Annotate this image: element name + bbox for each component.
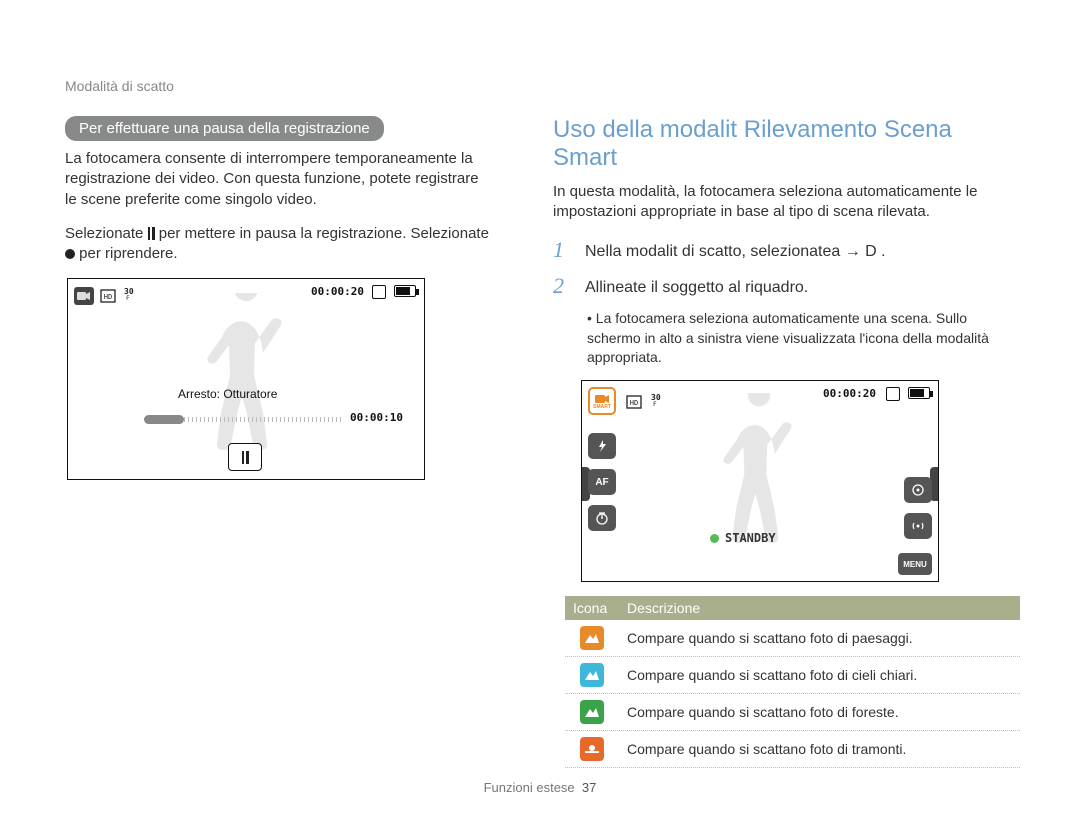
left-column: Per effettuare una pausa della registraz… xyxy=(65,116,493,768)
sunset-icon xyxy=(580,737,604,761)
page-number: 37 xyxy=(582,780,596,795)
af-button[interactable]: AF xyxy=(588,469,616,495)
progress-fill xyxy=(144,415,184,424)
table-row: Compare quando si scattano foto di paesa… xyxy=(565,620,1020,657)
left-para-2: Selezionate per mettere in pausa la regi… xyxy=(65,224,493,265)
size-icon: HD xyxy=(624,393,644,411)
icon-table: Icona Descrizione Compare quando si scat… xyxy=(565,596,1020,768)
table-row: Compare quando si scattano foto di fores… xyxy=(565,694,1020,731)
text: per mettere in pausa la registrazione. S… xyxy=(159,225,489,242)
silhouette-figure xyxy=(186,293,306,463)
text: Selezionate xyxy=(65,225,148,242)
battery-icon xyxy=(394,285,416,297)
progress-time: 00:00:10 xyxy=(350,411,403,424)
settings-icon[interactable] xyxy=(904,477,932,503)
sd-card-icon xyxy=(372,285,386,299)
step-2: 2 Allineate il soggetto al riquadro. xyxy=(553,273,1020,299)
step-text: Nella modalit di scatto, selezionatea → … xyxy=(585,237,1020,263)
intro-para: In questa modalità, la fotocamera selezi… xyxy=(553,182,1020,223)
svg-text:HD: HD xyxy=(630,399,638,407)
fps-icon: 30F xyxy=(122,285,138,306)
svg-text:F: F xyxy=(126,295,130,301)
row-desc: Compare quando si scattano foto di cieli… xyxy=(619,667,1020,683)
camera-screen-left: HD 30F 00:00:20 Arresto: Otturatore 00:0… xyxy=(67,278,425,480)
smart-label: SMART xyxy=(593,405,611,410)
page-title: Uso della modalit Rilevamento Scena Smar… xyxy=(553,116,1020,172)
timer-icon[interactable] xyxy=(588,505,616,531)
page-footer: Funzioni estese 37 xyxy=(0,780,1080,795)
smart-mode-icon: SMART xyxy=(588,387,616,415)
flash-icon[interactable] xyxy=(588,433,616,459)
timecode: 00:00:20 xyxy=(823,387,876,400)
left-para-1: La fotocamera consente di interrompere t… xyxy=(65,149,493,210)
landscape-icon xyxy=(580,626,604,650)
th-icon: Icona xyxy=(565,596,619,620)
text: per riprendere. xyxy=(79,245,177,262)
sd-card-icon xyxy=(886,387,900,401)
step-1: 1 Nella modalit di scatto, selezionatea … xyxy=(553,237,1020,263)
sky-icon xyxy=(580,663,604,687)
step-number: 2 xyxy=(553,273,571,299)
svg-text:F: F xyxy=(653,401,657,407)
pause-button[interactable] xyxy=(228,443,262,471)
camera-screen-right: SMART HD 30F 00:00:20 xyxy=(581,380,939,582)
footer-section: Funzioni estese xyxy=(484,780,575,795)
timecode: 00:00:20 xyxy=(311,285,364,298)
table-row: Compare quando si scattano foto di tramo… xyxy=(565,731,1020,768)
menu-button[interactable]: MENU xyxy=(898,553,932,575)
svg-text:HD: HD xyxy=(104,293,112,301)
row-desc: Compare quando si scattano foto di paesa… xyxy=(619,630,1020,646)
record-dot-icon xyxy=(65,249,75,259)
battery-icon xyxy=(908,387,930,399)
row-desc: Compare quando si scattano foto di tramo… xyxy=(619,741,1020,757)
row-desc: Compare quando si scattano foto di fores… xyxy=(619,704,1020,720)
table-row: Compare quando si scattano foto di cieli… xyxy=(565,657,1020,694)
fps-icon: 30F xyxy=(649,391,665,412)
pause-icon xyxy=(242,451,249,464)
size-icon: HD xyxy=(98,287,118,305)
wifi-icon[interactable] xyxy=(904,513,932,539)
step-number: 1 xyxy=(553,237,571,263)
right-column: Uso della modalit Rilevamento Scena Smar… xyxy=(553,116,1020,768)
th-desc: Descrizione xyxy=(619,596,1020,620)
stop-label: Arresto: Otturatore xyxy=(178,387,277,401)
video-mode-icon xyxy=(74,287,94,305)
standby-indicator: STANDBY xyxy=(710,531,776,545)
step-bullet: La fotocamera seleziona automaticamente … xyxy=(587,309,1020,368)
breadcrumb: Modalità di scatto xyxy=(65,78,1020,94)
pause-icon xyxy=(148,227,155,240)
step-text: Allineate il soggetto al riquadro. xyxy=(585,273,1020,299)
table-header: Icona Descrizione xyxy=(565,596,1020,620)
section-pill: Per effettuare una pausa della registraz… xyxy=(65,116,384,141)
forest-icon xyxy=(580,700,604,724)
